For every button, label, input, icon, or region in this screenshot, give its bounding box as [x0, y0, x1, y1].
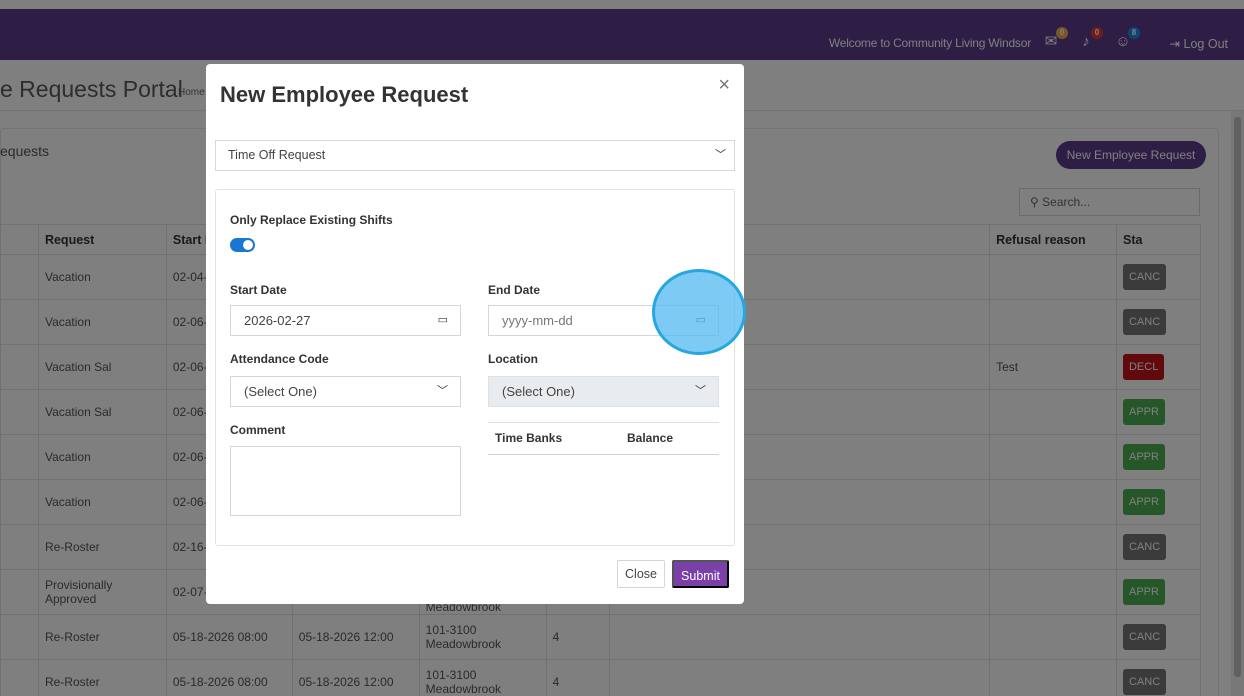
chevron-down-icon: ﹀: [437, 385, 448, 397]
location-label: Location: [488, 352, 538, 366]
attendance-code-label: Attendance Code: [230, 352, 329, 366]
comment-label: Comment: [230, 423, 286, 437]
submit-button[interactable]: Submit: [672, 560, 729, 588]
start-date-value: 2026-02-27: [244, 313, 311, 328]
end-date-label: End Date: [488, 283, 541, 297]
chevron-down-icon: ﹀: [715, 149, 726, 161]
modal-title: New Employee Request: [220, 82, 469, 107]
time-banks-header: Time Banks: [495, 431, 563, 445]
only-replace-toggle[interactable]: [230, 238, 255, 252]
end-date-placeholder: yyyy-mm-dd: [502, 313, 573, 328]
toggle-knob: [243, 240, 253, 250]
close-button[interactable]: Close: [617, 560, 665, 588]
balance-header: Balance: [627, 431, 674, 445]
attendance-code-select[interactable]: (Select One) ﹀: [230, 376, 461, 407]
comment-textarea[interactable]: [230, 446, 461, 516]
location-select[interactable]: (Select One) ﹀: [488, 376, 719, 407]
start-date-label: Start Date: [230, 283, 287, 297]
click-highlight: [652, 269, 746, 355]
request-type-value: Time Off Request: [228, 148, 326, 162]
attendance-code-value: (Select One): [244, 384, 317, 399]
close-icon[interactable]: ×: [718, 74, 730, 97]
time-banks-table-header: Time Banks Balance: [488, 422, 719, 455]
location-value: (Select One): [502, 384, 575, 399]
chevron-down-icon: ﹀: [695, 385, 706, 397]
calendar-icon[interactable]: ▭: [438, 306, 448, 335]
only-replace-label: Only Replace Existing Shifts: [230, 213, 393, 227]
start-date-input[interactable]: 2026-02-27 ▭: [230, 305, 461, 336]
request-type-select[interactable]: Time Off Request ﹀: [215, 140, 735, 171]
request-form: Only Replace Existing Shifts Start Date …: [215, 189, 735, 546]
